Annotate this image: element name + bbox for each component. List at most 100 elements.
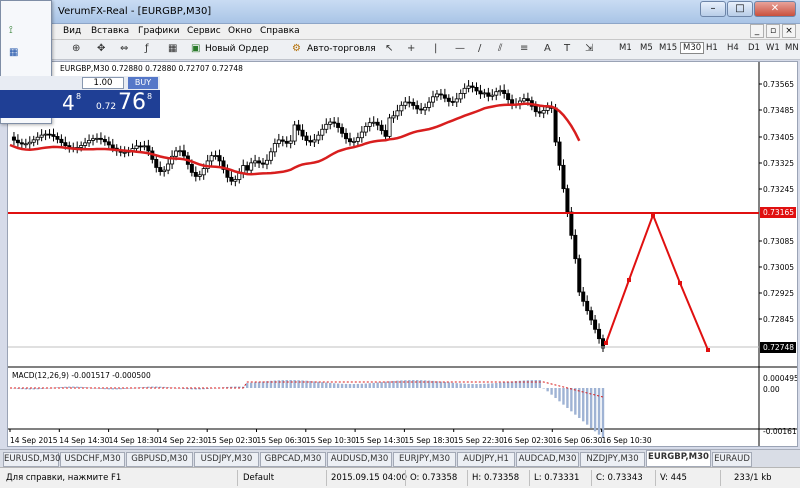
maximize-button[interactable]: □ [727,1,753,17]
tab-eurgbp-m30[interactable]: EURGBP,M30 [646,450,711,467]
tab-euraud[interactable]: EURAUD [712,452,752,467]
zoom-in-icon[interactable]: ⊕ [72,43,80,54]
text-icon[interactable]: A [544,43,551,54]
macd-bar [325,382,328,388]
tab-usdjpy-m30[interactable]: USDJPY,M30 [194,452,259,467]
candle-body [19,142,24,145]
candle-body [569,211,574,236]
candle-body [450,101,455,103]
timeframe-m30[interactable]: M30 [680,42,705,54]
macd-bar [455,383,458,388]
tab-eurjpy-m30[interactable]: EURJPY,M30 [393,452,456,467]
sell-price-digits[interactable]: 4 [62,90,75,116]
macd-bar [356,383,360,388]
candle-body [589,310,594,321]
timeframe-w1[interactable]: W1 [766,43,780,53]
new-order-button[interactable]: Новый Ордер [205,44,269,54]
macd-bar [546,388,549,392]
fibonacci-icon[interactable]: ≡ [520,43,528,54]
one-click-trading-panel: 1.00 BUY 4 8 0.72 76 8 [0,76,160,118]
buy-button[interactable]: BUY [128,77,158,89]
timeframe-m5[interactable]: M5 [640,43,653,53]
macd-bar [538,380,541,388]
template-icon[interactable]: ▦ [168,43,177,54]
candle-body [284,140,289,144]
candle-body [340,127,345,134]
close-button[interactable]: ✕ [754,1,796,17]
menu-item-charts[interactable]: Графики [138,26,180,36]
tab-nzdjpy-m30[interactable]: NZDJPY,M30 [580,452,645,467]
macd-bar [95,388,99,389]
status-profile[interactable]: Default [243,473,274,483]
macd-bar [415,380,419,388]
tab-eurusd-m30[interactable]: EURUSD,M30 [3,452,61,467]
macd-bar [499,382,502,388]
macd-bar [376,382,379,388]
candle-body [387,117,392,137]
candle-body [296,124,301,131]
menu-item-help[interactable]: Справка [260,26,300,36]
new-order-icon[interactable]: ▣ [191,43,200,54]
tab-audjpy-h1[interactable]: AUDJPY,H1 [457,452,515,467]
chart-icon[interactable]: ⟟ [9,25,13,36]
buy-price-big[interactable]: 76 [118,90,146,116]
macd-bar [459,383,462,388]
projection-point [651,213,655,217]
price-chart[interactable]: 0.73565 0.73485 0.73405 0.73325 0.73245 0.730… [8,62,797,446]
trendline-icon[interactable]: / [478,43,481,54]
label-icon[interactable]: T [564,43,570,54]
candle-body [122,151,127,154]
tab-audcad-m30[interactable]: AUDCAD,M30 [516,452,579,467]
crosshair-move-icon[interactable]: ✥ [97,43,105,54]
macd-bar [321,382,324,388]
timeframe-mn[interactable]: MN [785,43,799,53]
tab-gbpusd-m30[interactable]: GBPUSD,M30 [126,452,193,467]
candle-body [490,94,495,97]
buy-price-small[interactable]: 0.72 [96,102,116,112]
auto-trading-button[interactable]: Авто-торговля [307,44,376,54]
time-label: 16 Sep 02:30 [503,436,553,445]
price-scale: 0.73565 0.73485 0.73405 0.73325 0.73245 0.730… [759,80,794,324]
timeframe-h4[interactable]: H4 [727,43,739,53]
tab-gbpcad-m30[interactable]: GBPCAD,M30 [260,452,326,467]
grid-icon[interactable]: ▦ [9,47,18,58]
crosshair-icon[interactable]: + [407,43,415,54]
candle-body [174,150,179,157]
arrows-icon[interactable]: ⇲ [585,43,593,54]
minimize-button[interactable]: – [700,1,726,17]
candle-body [23,143,28,146]
candle-body [83,142,88,146]
timeframe-m1[interactable]: M1 [619,43,632,53]
timeframe-m15[interactable]: M15 [659,43,677,53]
toolbar: ⊕ ✥ ⇔ ƒ ▦ ▣ Новый Ордер ⚙ Авто-торговля … [0,40,800,60]
indicator-icon[interactable]: ƒ [145,43,149,54]
horizontal-line-icon[interactable]: — [455,43,465,54]
mdi-restore-button[interactable]: ▫ [766,24,780,38]
candle-body [470,85,475,88]
lot-size-input[interactable]: 1.00 [82,77,124,89]
chart-area[interactable]: 0.73565 0.73485 0.73405 0.73325 0.73245 0.730… [7,61,798,447]
cursor-icon[interactable]: ↖ [385,43,393,54]
auto-trading-icon[interactable]: ⚙ [292,43,301,54]
menu-item-view[interactable]: Вид [63,26,81,36]
scroll-icon[interactable]: ⇔ [120,43,128,54]
mdi-close-button[interactable]: × [782,24,796,38]
time-label: 16 Sep 10:30 [602,436,652,445]
vertical-line-icon[interactable]: | [434,43,437,54]
candle-body [280,139,285,142]
candle-body [43,133,48,136]
menu-item-window[interactable]: Окно [228,26,252,36]
candle-body [94,137,99,140]
timeframe-d1[interactable]: D1 [748,43,760,53]
mdi-minimize-button[interactable]: _ [750,24,764,38]
tab-audusd-m30[interactable]: AUDUSD,M30 [327,452,392,467]
menu-item-service[interactable]: Сервис [187,26,221,36]
candle-body [328,121,333,125]
timeframe-h1[interactable]: H1 [706,43,718,53]
channel-icon[interactable]: ⫽ [498,43,502,54]
candle-body [537,111,542,114]
candle-body [257,160,262,164]
candle-body [399,104,404,112]
tab-usdchf-m30[interactable]: USDCHF,M30 [60,452,125,467]
menu-item-insert[interactable]: Вставка [91,26,129,36]
